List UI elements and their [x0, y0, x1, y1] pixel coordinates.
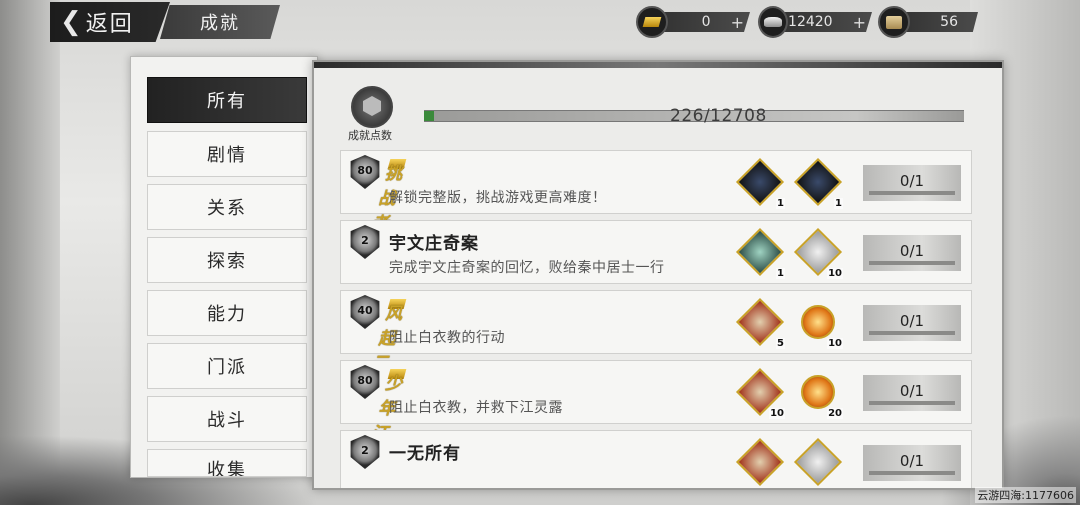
achievement-row[interactable]: 2 一无所有 0/1 — [340, 430, 972, 488]
chevron-left-icon: ❮ — [60, 7, 82, 37]
fire-orb-icon[interactable]: 20 — [793, 367, 843, 419]
pot-icon[interactable] — [735, 437, 785, 487]
level-badge-icon: 80 — [349, 155, 381, 189]
achievement-description: 阻止白衣教，并救下江灵露 — [389, 400, 563, 416]
watermark: 云游四海:1177606 — [975, 487, 1076, 503]
achievement-row[interactable]: 40 风起云涌 阻止白衣教的行动 5 10 0/1 — [340, 290, 972, 399]
warrior-figure-icon[interactable]: 1 — [793, 157, 843, 209]
back-label: 返回 — [85, 12, 134, 37]
top-bar: ❮ 返回 成就 0 + 12420 + 56 — [0, 0, 1080, 44]
add-silver-button[interactable]: + — [853, 13, 866, 32]
points-progress-fill — [424, 111, 434, 121]
achievement-progress: 0/1 — [863, 305, 961, 341]
fire-orb-icon[interactable]: 10 — [793, 297, 843, 349]
points-label: 成就点数 — [348, 129, 392, 142]
points-value: 226/12708 — [670, 106, 767, 126]
level-badge-icon: 2 — [349, 435, 381, 469]
achievement-title: 一无所有 — [389, 444, 461, 464]
achievement-panel: 成就点数 226/12708 80 挑战者 解锁完整版，挑战游戏更高难度！ 1 … — [312, 60, 1004, 490]
sidebar-item-explore[interactable]: 探索 — [147, 237, 307, 283]
sidebar-item-story[interactable]: 剧情 — [147, 131, 307, 177]
background-left-shade — [0, 0, 60, 505]
level-badge-icon: 40 — [349, 295, 381, 329]
sidebar-item-sect[interactable]: 门派 — [147, 343, 307, 389]
silver-ingot-icon — [758, 6, 789, 38]
achievement-progress: 0/1 — [863, 165, 961, 201]
level-badge-icon: 80 — [349, 365, 381, 399]
achievement-row[interactable]: 80 少年江湖梦 阻止白衣教，并救下江灵露 10 20 0/1 — [340, 360, 972, 488]
scroll-icon — [878, 6, 910, 38]
achievement-title: 风起云涌 — [364, 299, 407, 399]
achievement-points: 成就点数 226/12708 — [340, 84, 980, 144]
sidebar-item-relationship[interactable]: 关系 — [147, 184, 307, 230]
warrior-figure-icon[interactable]: 1 — [735, 157, 785, 209]
silver-icon[interactable]: 10 — [793, 227, 843, 279]
pot-icon[interactable]: 10 — [735, 367, 785, 419]
currency-scroll-value: 56 — [940, 14, 958, 30]
achievement-title: 少年江湖梦 — [357, 369, 407, 488]
page-title: 成就 — [160, 5, 280, 39]
add-gold-button[interactable]: + — [731, 13, 744, 32]
achievement-title: 宇文庄奇案 — [389, 234, 479, 254]
achievement-description: 解锁完整版，挑战游戏更高难度！ — [389, 190, 607, 206]
currency-scroll: 56 — [878, 6, 978, 38]
achievement-row[interactable]: 80 挑战者 解锁完整版，挑战游戏更高难度！ 1 1 0/1 — [340, 150, 972, 234]
sidebar-item-battle[interactable]: 战斗 — [147, 396, 307, 442]
currency-silver-value: 12420 — [788, 14, 833, 30]
gold-ingot-icon — [636, 6, 668, 38]
currency-gold-value: 0 — [701, 14, 711, 30]
back-button[interactable]: ❮ 返回 — [50, 2, 170, 42]
category-sidebar: 所有 剧情 关系 探索 能力 门派 战斗 收集 — [130, 56, 318, 478]
currency-gold: 0 + — [636, 6, 750, 38]
achievement-description: 阻止白衣教的行动 — [389, 330, 505, 346]
achievement-progress: 0/1 — [863, 235, 961, 271]
pot-icon[interactable]: 5 — [735, 297, 785, 349]
gem-icon[interactable]: 1 — [735, 227, 785, 279]
currency-silver: 12420 + — [758, 6, 872, 38]
sidebar-item-collect[interactable]: 收集 — [147, 449, 307, 477]
achievement-title: 挑战者 — [370, 159, 407, 234]
achievement-progress: 0/1 — [863, 445, 961, 481]
sidebar-item-ability[interactable]: 能力 — [147, 290, 307, 336]
sidebar-item-all[interactable]: 所有 — [147, 77, 307, 123]
silver-icon[interactable] — [793, 437, 843, 487]
achievement-description: 完成宇文庄奇案的回忆，败给秦中居士一行 — [389, 260, 665, 276]
achievement-row[interactable]: 2 宇文庄奇案 完成宇文庄奇案的回忆，败给秦中居士一行 1 10 0/1 — [340, 220, 972, 284]
achievement-progress: 0/1 — [863, 375, 961, 411]
level-badge-icon: 2 — [349, 225, 381, 259]
